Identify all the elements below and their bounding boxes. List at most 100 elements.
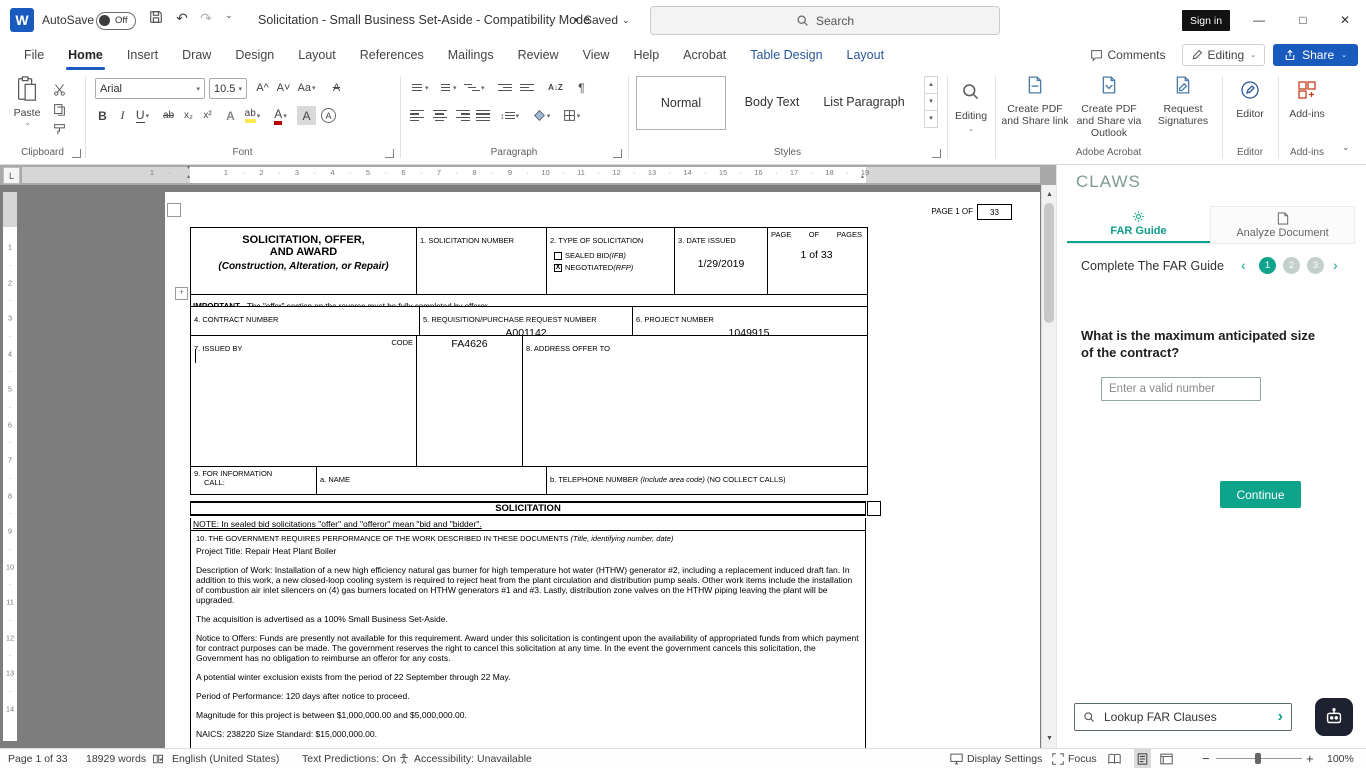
- hanging-indent-marker[interactable]: ▴: [187, 173, 190, 180]
- zoom-in-button[interactable]: +: [1306, 749, 1314, 768]
- tab-table-design[interactable]: Table Design: [738, 40, 834, 70]
- tab-insert[interactable]: Insert: [115, 40, 170, 70]
- table-move-handle[interactable]: +: [175, 287, 188, 300]
- autosave-toggle[interactable]: Off: [96, 12, 136, 30]
- bullet-list-button[interactable]: ▾: [408, 78, 429, 97]
- styles-gallery-down-button[interactable]: ▾: [924, 94, 938, 111]
- language-indicator[interactable]: English (United States): [172, 749, 279, 768]
- chatbot-button[interactable]: [1315, 698, 1353, 736]
- copy-icon[interactable]: [50, 100, 69, 119]
- style-list-paragraph[interactable]: List Paragraph: [820, 76, 908, 128]
- step-2[interactable]: 2: [1283, 257, 1300, 274]
- addins-button[interactable]: Add-ins: [1278, 80, 1336, 120]
- tab-help[interactable]: Help: [621, 40, 671, 70]
- word-count[interactable]: 18929 words: [86, 749, 146, 768]
- highlight-color-button[interactable]: ab ▾: [243, 106, 262, 125]
- style-normal[interactable]: Normal: [636, 76, 726, 130]
- text-predictions-indicator[interactable]: Text Predictions: On: [302, 749, 396, 768]
- zoom-slider-thumb[interactable]: [1255, 753, 1261, 764]
- shading-button[interactable]: ▾: [532, 106, 551, 125]
- tab-home[interactable]: Home: [56, 40, 115, 70]
- numbered-list-button[interactable]: ▾: [436, 78, 457, 97]
- style-body-text[interactable]: Body Text: [728, 76, 816, 128]
- sign-in-button[interactable]: Sign in: [1182, 10, 1230, 31]
- character-shading-button[interactable]: A: [297, 106, 316, 125]
- superscript-button[interactable]: x²: [198, 106, 217, 125]
- change-case-button[interactable]: Aa ▾: [297, 78, 316, 97]
- tab-review[interactable]: Review: [506, 40, 571, 70]
- tab-layout[interactable]: Layout: [286, 40, 348, 70]
- multilevel-list-button[interactable]: ▾: [464, 78, 485, 97]
- title-chevron-icon[interactable]: ⌄: [622, 15, 630, 26]
- clear-formatting-button[interactable]: A: [327, 78, 346, 97]
- scroll-up-icon[interactable]: ▲: [1042, 187, 1056, 202]
- document-page[interactable]: PAGE 1 OF 33 + SOLICITATION, OFFER, AND …: [165, 192, 1040, 748]
- contract-size-input[interactable]: [1101, 377, 1261, 401]
- font-size-combo[interactable]: 10.5 ▾: [209, 78, 247, 99]
- tab-file[interactable]: File: [12, 40, 56, 70]
- quick-access-chevron-icon[interactable]: ⌄: [219, 10, 239, 21]
- accessibility-status[interactable]: Accessibility: Unavailable: [414, 749, 532, 768]
- scrollbar-thumb[interactable]: [1044, 203, 1054, 323]
- styles-gallery-up-button[interactable]: ▴: [924, 76, 938, 94]
- accessibility-icon[interactable]: [398, 749, 410, 768]
- scroll-down-icon[interactable]: ▼: [1042, 731, 1056, 746]
- increase-indent-button[interactable]: [518, 78, 537, 97]
- underline-button[interactable]: U ▾: [133, 106, 152, 125]
- search-input[interactable]: Search: [650, 6, 1000, 35]
- undo-icon[interactable]: ↶: [172, 10, 192, 27]
- save-icon[interactable]: [146, 10, 166, 27]
- paragraph-dialog-launcher[interactable]: [613, 149, 622, 158]
- right-indent-marker[interactable]: ▴: [861, 173, 864, 180]
- tab-references[interactable]: References: [348, 40, 436, 70]
- vertical-ruler[interactable]: 1 · 2 · 3 · 4 · 5 · 6 · 7 · 8 · 9 · 10 · 11 · 12 · 13 · 14: [3, 192, 17, 741]
- justify-button[interactable]: [474, 106, 493, 125]
- format-painter-icon[interactable]: [50, 120, 69, 139]
- grow-font-button[interactable]: A^: [253, 78, 272, 97]
- horizontal-ruler[interactable]: L 1 · 1 · 2 · 3 · 4 · 5 · 6 · 7 · 8 · 9 · 10 · 11 · 12 · 13 · 14 · 15 ·…: [0, 165, 1056, 185]
- tab-mailings[interactable]: Mailings: [436, 40, 506, 70]
- font-dialog-launcher[interactable]: [385, 149, 394, 158]
- proofing-icon[interactable]: [152, 749, 164, 768]
- subscript-button[interactable]: x₂: [179, 106, 198, 125]
- font-name-combo[interactable]: Arial ▾: [95, 78, 205, 99]
- close-button[interactable]: ✕: [1322, 0, 1366, 40]
- create-pdf-share-link-button[interactable]: Create PDF and Share link: [999, 76, 1071, 127]
- step-1[interactable]: 1: [1259, 257, 1276, 274]
- font-color-button[interactable]: A ▾: [271, 106, 290, 125]
- vertical-scrollbar[interactable]: ▲ ▼: [1041, 185, 1056, 748]
- comments-button[interactable]: Comments: [1082, 45, 1174, 65]
- lookup-far-clauses-input[interactable]: [1102, 709, 1271, 725]
- tab-design[interactable]: Design: [223, 40, 286, 70]
- editing-mode-button[interactable]: Editing ⌄: [1181, 44, 1266, 66]
- read-mode-button[interactable]: [1108, 749, 1121, 768]
- continue-button[interactable]: Continue: [1220, 481, 1301, 508]
- lookup-far-clauses-box[interactable]: ›: [1074, 703, 1292, 731]
- text-effects-button[interactable]: A: [221, 106, 240, 125]
- tab-acrobat[interactable]: Acrobat: [671, 40, 738, 70]
- lookup-submit-icon[interactable]: ›: [1278, 708, 1283, 726]
- minimize-button[interactable]: —: [1236, 0, 1282, 40]
- maximize-button[interactable]: □: [1280, 0, 1326, 40]
- line-spacing-button[interactable]: ↕ ▾: [500, 106, 519, 125]
- tab-table-layout[interactable]: Layout: [835, 40, 897, 70]
- align-right-button[interactable]: [452, 106, 471, 125]
- styles-dialog-launcher[interactable]: [932, 149, 941, 158]
- tab-analyze-document[interactable]: Analyze Document: [1210, 206, 1355, 243]
- stepper-next-icon[interactable]: ›: [1333, 257, 1338, 274]
- step-3[interactable]: 3: [1307, 257, 1324, 274]
- collapse-ribbon-chevron-icon[interactable]: ⌄: [1342, 142, 1350, 153]
- enclose-characters-button[interactable]: A: [319, 106, 338, 125]
- tab-far-guide[interactable]: FAR Guide: [1067, 206, 1210, 243]
- cut-icon[interactable]: [50, 80, 69, 99]
- editing-group[interactable]: Editing ⌄: [947, 70, 995, 165]
- web-layout-button[interactable]: [1160, 749, 1173, 768]
- borders-button[interactable]: ▾: [562, 106, 581, 125]
- italic-button[interactable]: I: [113, 106, 132, 125]
- word-logo-icon[interactable]: W: [10, 8, 34, 32]
- tab-view[interactable]: View: [571, 40, 622, 70]
- align-center-button[interactable]: [430, 106, 449, 125]
- display-settings-button[interactable]: Display Settings: [950, 749, 1042, 768]
- zoom-level[interactable]: 100%: [1327, 749, 1354, 768]
- stepper-prev-icon[interactable]: ‹: [1241, 257, 1246, 274]
